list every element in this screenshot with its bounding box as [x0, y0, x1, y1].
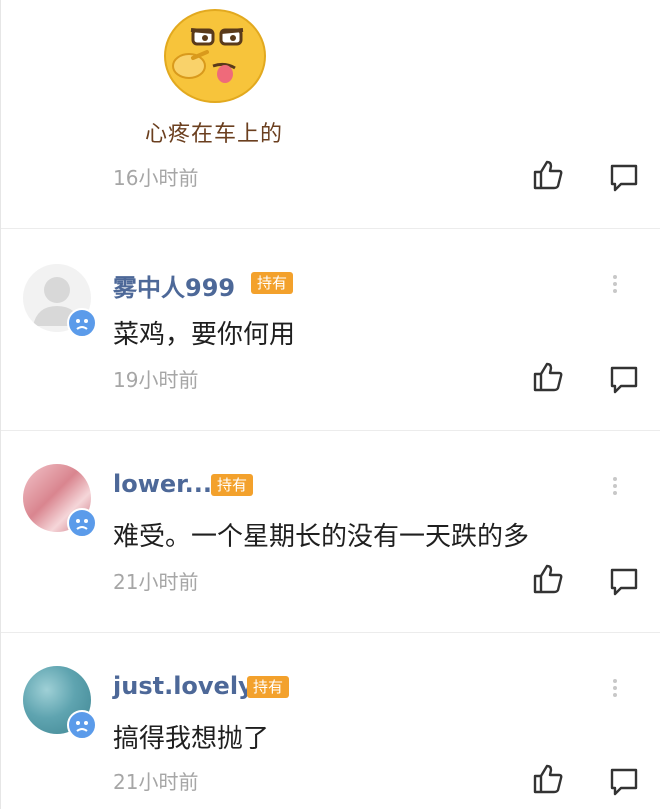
- divider: [1, 228, 660, 229]
- disdain-emoji-sticker: [164, 9, 266, 103]
- comment-bubble-icon[interactable]: [607, 764, 641, 798]
- username[interactable]: lower...: [113, 470, 212, 498]
- sticker-comment: 心疼在车上的: [113, 0, 313, 150]
- comment-text: 菜鸡，要你何用: [113, 320, 296, 350]
- hold-tag: 持有: [211, 474, 254, 496]
- comment-time: 19小时前: [113, 368, 199, 392]
- more-vertical-icon[interactable]: [607, 272, 623, 298]
- comment-bubble-icon[interactable]: [607, 362, 641, 396]
- username[interactable]: 雾中人999: [113, 268, 235, 303]
- hold-tag: 持有: [251, 272, 294, 294]
- comment-time: 16小时前: [113, 166, 199, 190]
- thumbs-up-icon[interactable]: [531, 158, 565, 192]
- thumbs-up-icon[interactable]: [531, 562, 565, 596]
- username[interactable]: just.lovely: [113, 672, 254, 700]
- hold-tag: 持有: [247, 676, 290, 698]
- comment-text: 搞得我想抛了: [113, 724, 270, 754]
- comment-feed: 心疼在车上的 16小时前 雾中人999 持有 菜鸡，要你何用 19小时前 low…: [0, 0, 660, 809]
- comment-bubble-icon[interactable]: [607, 160, 641, 194]
- more-vertical-icon[interactable]: [607, 474, 623, 500]
- sticker-caption: 心疼在车上的: [145, 122, 284, 147]
- divider: [1, 632, 660, 633]
- comment-text: 难受。一个星期长的没有一天跌的多: [113, 522, 530, 552]
- crying-face-badge-icon: [67, 508, 97, 538]
- comment-bubble-icon[interactable]: [607, 564, 641, 598]
- comment-time: 21小时前: [113, 770, 199, 794]
- crying-face-badge-icon: [67, 710, 97, 740]
- crying-face-badge-icon: [67, 308, 97, 338]
- thumbs-up-icon[interactable]: [531, 762, 565, 796]
- more-vertical-icon[interactable]: [607, 676, 623, 702]
- thumbs-up-icon[interactable]: [531, 360, 565, 394]
- comment-time: 21小时前: [113, 570, 199, 594]
- divider: [1, 430, 660, 431]
